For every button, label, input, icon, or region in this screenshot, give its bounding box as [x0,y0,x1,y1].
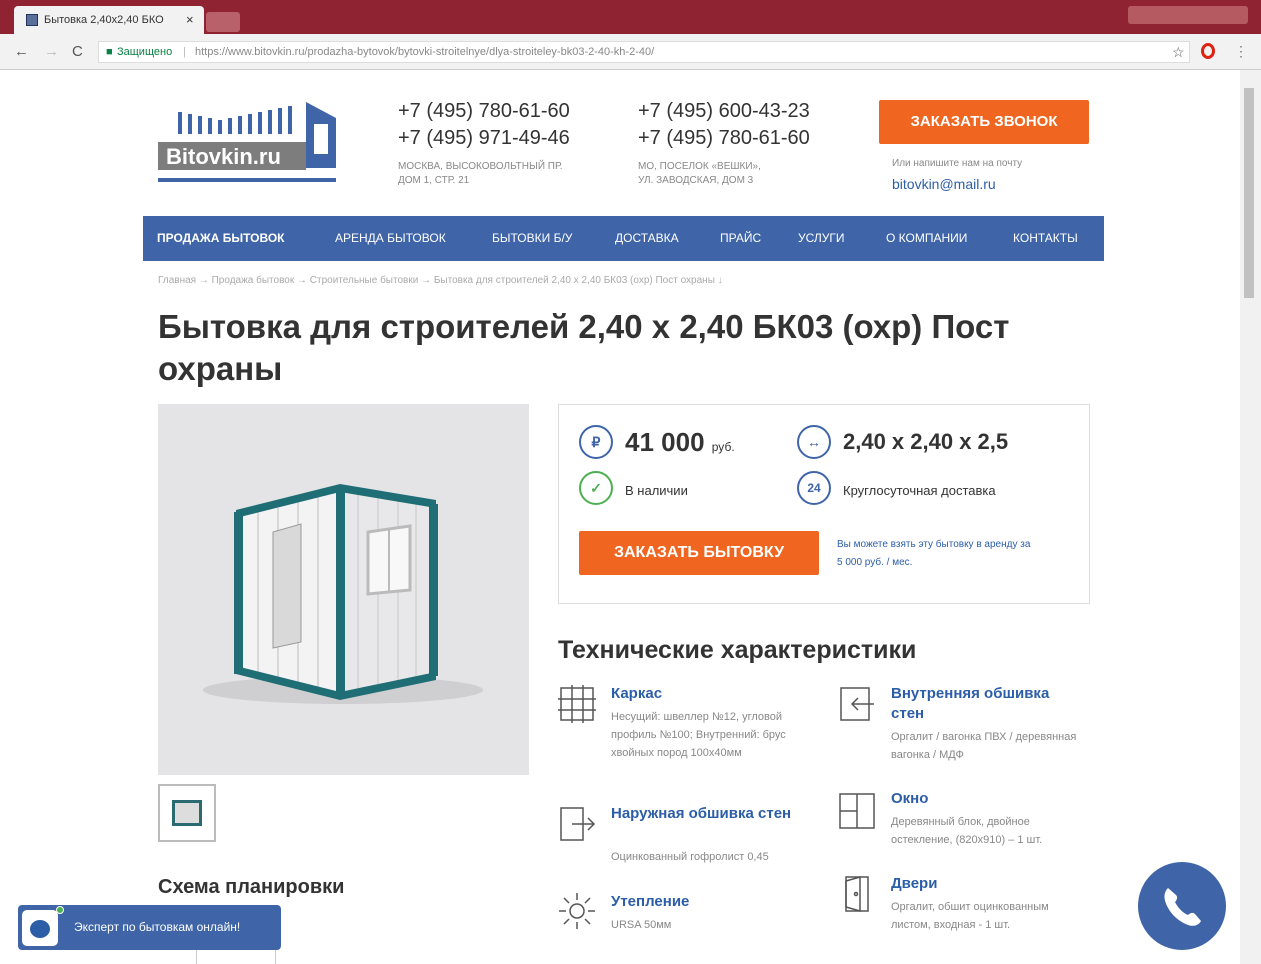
outer-cladding-icon [560,807,596,841]
rent-note-link[interactable]: Вы можете взять эту бытовку в аренду за … [837,536,1037,572]
spec-desc-doors: Оргалит, обшит оцинкованным листом, вход… [891,901,1049,931]
tech-specs-heading: Технические характеристики [558,636,917,664]
insulation-sun-icon [559,893,595,929]
clock-24-icon: 24 [797,471,831,505]
plan-heading: Схема планировки [158,876,345,898]
thumbnail-cabin-icon [172,800,202,826]
callback-phone-button[interactable] [1138,862,1226,950]
inner-cladding-icon [840,687,874,721]
frame-grid-icon [558,685,596,723]
nav-about[interactable]: О КОМПАНИИ [886,231,967,245]
chat-widget[interactable]: Эксперт по бытовкам онлайн! [18,905,281,950]
checkmark-icon: ✓ [579,471,613,505]
address-1-line2: ДОМ 1, СТР. 21 [398,175,470,186]
nav-rent[interactable]: АРЕНДА БЫТОВОК [335,231,446,245]
main-nav: ПРОДАЖА БЫТОВОК АРЕНДА БЫТОВОК БЫТОВКИ Б… [143,216,1104,261]
cabin-image-icon [203,484,483,704]
window-controls[interactable] [1128,6,1248,24]
back-icon[interactable]: ← [14,43,29,60]
address-2-line1: МО, ПОСЕЛОК «ВЕШКИ», [638,161,761,172]
chat-label: Эксперт по бытовкам онлайн! [74,920,241,934]
secure-label: Защищено [117,46,173,58]
delivery-info: Круглосуточная доставка [843,483,996,498]
url-separator: | [183,46,186,58]
chat-icon [22,906,64,946]
product-info-box: ₽ 41 000 руб. ↔ 2,40 x 2,40 x 2,5 ✓ В на… [558,404,1090,604]
nav-used[interactable]: БЫТОВКИ Б/У [492,231,572,245]
address-2-line2: УЛ. ЗАВОДСКАЯ, ДОМ 3 [638,175,754,186]
logo-text: Bitovkin.ru [166,144,281,169]
browser-tab[interactable]: Бытовка 2,40х2,40 БКО × [14,6,204,34]
spec-title-window: Окно [891,790,929,807]
url-field[interactable]: ■ Защищено | https://www.bitovkin.ru/pro… [98,41,1190,63]
site-logo[interactable]: Bitovkin.ru [158,98,340,190]
phone-1[interactable]: +7 (495) 780-61-60 [398,100,570,123]
phone-handset-icon [1164,888,1201,926]
address-bar-row: ← → C ■ Защищено | https://www.bitovkin.… [0,34,1261,70]
email-link[interactable]: bitovkin@mail.ru [892,176,996,192]
phone-4[interactable]: +7 (495) 780-61-60 [638,127,810,150]
door-icon [845,876,869,912]
tab-title: Бытовка 2,40х2,40 БКО [44,14,164,26]
phone-2[interactable]: +7 (495) 971-49-46 [398,127,570,150]
scrollbar-thumb[interactable] [1244,88,1254,298]
dimensions-icon: ↔ [797,425,831,459]
address-1-line1: МОСКВА, ВЫСОКОВОЛЬТНЫЙ ПР. [398,161,563,172]
spec-desc-window: Деревянный блок, двойное остекление, (82… [891,816,1043,846]
spec-desc-outer-cladding: Оцинкованный гофролист 0,45 [611,851,769,863]
page-content: Bitovkin.ru +7 (495) 780-61-60 +7 (495) … [0,70,1240,964]
nav-sale[interactable]: ПРОДАЖА БЫТОВОК [157,231,284,245]
product-price: 41 000 руб. [625,427,735,458]
ruble-icon: ₽ [579,425,613,459]
stock-status: В наличии [625,483,688,498]
spec-title-frame: Каркас [611,685,663,702]
phone-3[interactable]: +7 (495) 600-43-23 [638,100,810,123]
new-tab-button[interactable] [206,12,240,32]
price-unit: руб. [711,440,735,454]
spec-desc-insulation: URSA 50мм [611,919,672,931]
product-dimensions: 2,40 x 2,40 x 2,5 [843,429,1009,454]
spec-desc-frame: Несущий: швеллер №12, угловой профиль №1… [611,711,786,759]
product-thumbnail[interactable] [158,784,216,842]
spec-title-doors: Двери [891,875,938,892]
spec-title-insulation: Утепление [611,893,690,910]
browser-titlebar: Бытовка 2,40х2,40 БКО × [0,0,1261,34]
nav-delivery[interactable]: ДОСТАВКА [615,231,679,245]
order-call-button[interactable]: ЗАКАЗАТЬ ЗВОНОК [879,100,1089,144]
chat-bubble-icon [30,920,50,938]
forward-icon[interactable]: → [44,43,59,60]
bookmark-star-icon[interactable]: ☆ [1172,44,1185,61]
spec-title-outer-cladding: Наружная обшивка стен [611,805,792,822]
online-dot-icon [56,906,64,914]
price-value: 41 000 [625,427,705,457]
nav-contacts[interactable]: КОНТАКТЫ [1013,231,1078,245]
window-icon [839,793,875,829]
reload-icon[interactable]: C [72,43,83,60]
lock-icon: ■ [106,46,113,58]
order-cabin-button[interactable]: ЗАКАЗАТЬ БЫТОВКУ [579,531,819,575]
spec-desc-inner-cladding: Оргалит / вагонка ПВХ / деревянная вагон… [891,731,1077,761]
opera-icon[interactable] [1201,43,1215,59]
site-favicon-icon [26,14,38,26]
tab-close-icon[interactable]: × [186,12,194,27]
url-text: https://www.bitovkin.ru/prodazha-bytovok… [195,46,655,58]
menu-icon[interactable]: ⋮ [1234,43,1248,60]
nav-services[interactable]: УСЛУГИ [798,231,845,245]
page-title: Бытовка для строителей 2,40 х 2,40 БК03 … [158,308,1010,387]
nav-price[interactable]: ПРАЙС [720,231,761,245]
breadcrumb[interactable]: Главная → Продажа бытовок → Строительные… [158,275,723,286]
product-photo[interactable] [158,404,529,775]
mail-hint: Или напишите нам на почту [892,158,1023,169]
spec-title-inner-cladding: Внутренняя обшивка стен [891,685,1050,722]
